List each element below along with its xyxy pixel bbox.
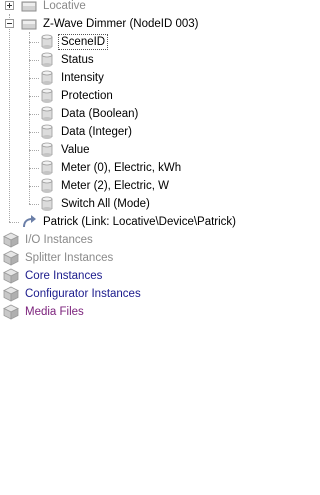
tree-line — [29, 132, 39, 133]
tree-item-meter-kwh[interactable]: Meter (0), Electric, kWh — [0, 159, 270, 177]
tree-line — [29, 204, 39, 205]
tree-item-label: Z-Wave Dimmer (NodeID 003) — [43, 18, 199, 30]
tree-item-io-instances[interactable]: I/O Instances — [0, 231, 270, 249]
tree-item-label: Meter (2), Electric, W — [61, 180, 169, 192]
tree-item-locative[interactable]: Locative — [0, 0, 270, 15]
tree-item-data-integer[interactable]: Data (Integer) — [0, 123, 270, 141]
tree-item-label: Data (Boolean) — [61, 108, 139, 120]
cylinder-icon — [41, 52, 53, 67]
tree-item-data-boolean[interactable]: Data (Boolean) — [0, 105, 270, 123]
cylinder-icon — [41, 70, 53, 85]
cylinder-icon — [41, 124, 53, 139]
tree-item-label: Intensity — [61, 72, 104, 84]
tree-item-label: Data (Integer) — [61, 126, 132, 138]
tree-item-label: Switch All (Mode) — [61, 198, 150, 210]
tree-item-value[interactable]: Value — [0, 141, 270, 159]
tree-item-meter-w[interactable]: Meter (2), Electric, W — [0, 177, 270, 195]
device-folder-icon — [21, 1, 37, 12]
tree-item-label: Splitter Instances — [25, 252, 114, 264]
tree-item-label: Patrick (Link: Locative\Device\Patrick) — [43, 216, 237, 228]
tree-line — [29, 150, 39, 151]
cylinder-icon — [41, 34, 53, 49]
instance-tree: Locative Z-Wave Dimmer (NodeID 003) Scen… — [0, 0, 270, 495]
tree-item-label: I/O Instances — [25, 234, 93, 246]
cylinder-icon — [41, 178, 53, 193]
tree-line — [29, 60, 39, 61]
tree-line — [29, 42, 39, 43]
tree-line — [29, 114, 39, 115]
cylinder-icon — [41, 106, 53, 121]
cube-icon — [3, 268, 19, 284]
tree-line — [29, 78, 39, 79]
tree-item-label: Value — [61, 144, 90, 156]
tree-item-label: Locative — [43, 0, 86, 12]
cube-icon — [3, 286, 19, 302]
tree-item-configurator-instances[interactable]: Configurator Instances — [0, 285, 270, 303]
tree-item-intensity[interactable]: Intensity — [0, 69, 270, 87]
cylinder-icon — [41, 160, 53, 175]
tree-item-label: Status — [61, 54, 94, 66]
tree-item-splitter-instances[interactable]: Splitter Instances — [0, 249, 270, 267]
tree-item-label: Meter (0), Electric, kWh — [61, 162, 182, 174]
tree-item-label: Media Files — [25, 306, 84, 318]
collapse-minus-icon[interactable] — [5, 19, 14, 28]
tree-item-media-files[interactable]: Media Files — [0, 303, 270, 321]
cylinder-icon — [41, 196, 53, 211]
tree-line — [29, 96, 39, 97]
cube-icon — [3, 250, 19, 266]
tree-line — [29, 186, 39, 187]
tree-item-patrick-link[interactable]: Patrick (Link: Locative\Device\Patrick) — [0, 213, 270, 231]
tree-item-status[interactable]: Status — [0, 51, 270, 69]
tree-item-label: Core Instances — [25, 270, 103, 282]
cylinder-icon — [41, 142, 53, 157]
tree-item-sceneid[interactable]: SceneID — [0, 33, 270, 51]
cylinder-icon — [41, 88, 53, 103]
tree-item-label: Configurator Instances — [25, 288, 141, 300]
link-arrow-icon — [23, 215, 36, 228]
tree-item-zwave-dimmer[interactable]: Z-Wave Dimmer (NodeID 003) — [0, 15, 270, 33]
tree-item-label: SceneID — [58, 34, 109, 50]
tree-item-protection[interactable]: Protection — [0, 87, 270, 105]
tree-line — [29, 168, 39, 169]
cube-icon — [3, 232, 19, 248]
device-folder-icon — [21, 19, 37, 30]
expand-plus-icon[interactable] — [5, 1, 14, 10]
tree-item-label: Protection — [61, 90, 113, 102]
cube-icon — [3, 304, 19, 320]
tree-item-switch-all[interactable]: Switch All (Mode) — [0, 195, 270, 213]
tree-item-core-instances[interactable]: Core Instances — [0, 267, 270, 285]
